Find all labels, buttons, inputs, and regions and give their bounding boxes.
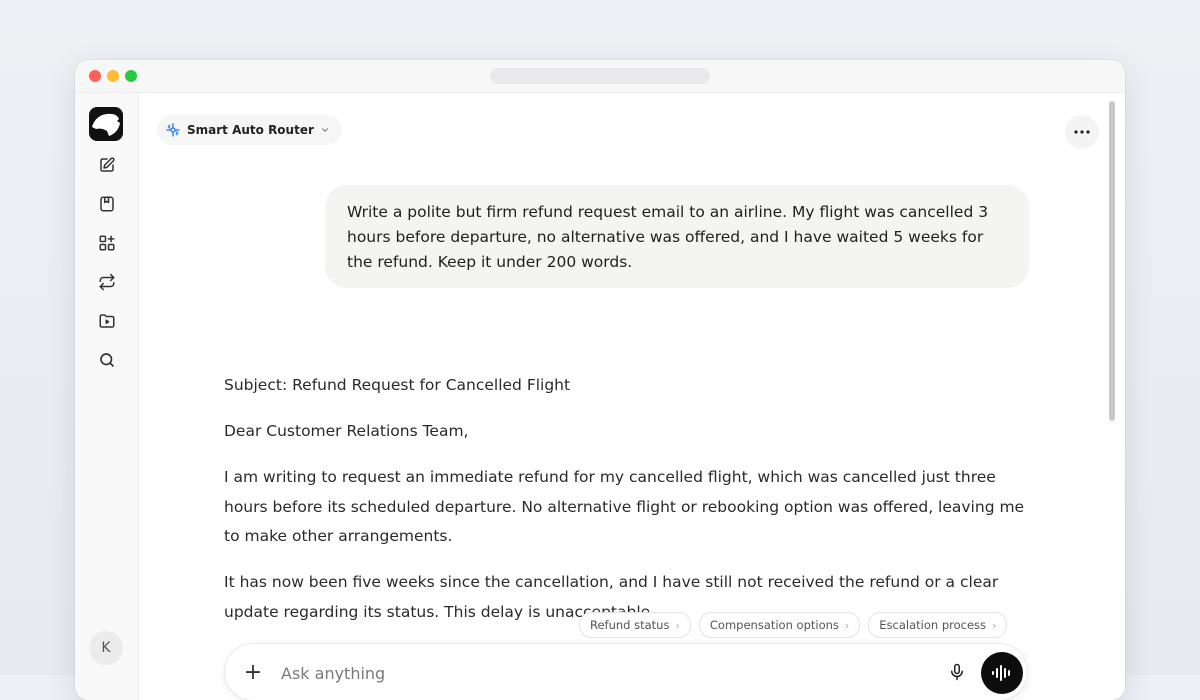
projects-button[interactable]	[95, 309, 119, 333]
chat-input[interactable]	[279, 659, 883, 687]
dictate-button[interactable]	[945, 660, 969, 684]
apps-add-icon	[99, 235, 115, 251]
library-button[interactable]	[95, 192, 119, 216]
chip-label: Escalation process	[879, 618, 987, 632]
edit-icon	[100, 157, 115, 172]
avatar[interactable]: K	[89, 631, 123, 665]
more-icon	[1074, 130, 1090, 134]
repeat-icon	[99, 273, 115, 291]
chip-label: Refund status	[590, 618, 670, 632]
close-window-button[interactable]	[89, 70, 101, 82]
suggestion-chip-compensation-options[interactable]: Compensation options ›	[698, 612, 861, 638]
chat-main: Smart Auto Router Write a polite but fir…	[139, 93, 1125, 700]
address-bar[interactable]	[490, 68, 710, 84]
new-chat-button[interactable]	[95, 153, 119, 177]
plus-icon: +	[243, 659, 263, 685]
waveform-icon	[992, 665, 1010, 681]
voice-mode-button[interactable]	[981, 652, 1023, 694]
app-window: K Smart Auto Router Write a polite but f…	[75, 60, 1125, 700]
assistant-paragraph: Subject: Refund Request for Cancelled Fl…	[224, 376, 571, 394]
assistant-paragraph: Dear Customer Relations Team,	[224, 422, 469, 440]
model-selector[interactable]: Smart Auto Router	[157, 115, 342, 145]
sidebar: K	[75, 93, 139, 700]
assistant-paragraph: I am writing to request an immediate ref…	[224, 468, 1025, 545]
user-message-text: Write a polite but firm refund request e…	[347, 203, 989, 271]
composer: +	[225, 644, 1027, 700]
suggestion-chip-escalation-process[interactable]: Escalation process ›	[868, 612, 1008, 638]
chevron-right-icon: ›	[675, 618, 680, 632]
model-name: Smart Auto Router	[187, 123, 314, 137]
switch-button[interactable]	[95, 270, 119, 294]
book-icon	[100, 196, 114, 212]
search-button[interactable]	[95, 348, 119, 372]
chevron-right-icon: ›	[844, 618, 850, 632]
attach-button[interactable]: +	[239, 658, 267, 686]
scrollbar[interactable]	[1109, 101, 1115, 421]
apps-button[interactable]	[95, 231, 119, 255]
user-message-bubble: Write a polite but firm refund request e…	[325, 185, 1029, 288]
suggestion-chips: Refund status › Compensation options › E…	[579, 612, 1008, 638]
chip-label: Compensation options	[709, 618, 839, 632]
title-bar	[75, 60, 1125, 93]
chevron-down-icon	[321, 128, 328, 132]
folder-icon	[99, 314, 115, 328]
suggestion-chip-refund-status[interactable]: Refund status ›	[579, 612, 691, 638]
logo-icon	[92, 113, 120, 136]
avatar-initial: K	[101, 640, 111, 656]
app-logo[interactable]	[89, 107, 123, 141]
minimize-window-button[interactable]	[107, 70, 119, 82]
microphone-icon	[951, 663, 963, 681]
maximize-window-button[interactable]	[125, 70, 137, 82]
more-options-button[interactable]	[1065, 115, 1099, 149]
router-icon	[166, 123, 180, 137]
search-icon	[100, 353, 114, 367]
chevron-right-icon: ›	[992, 618, 997, 632]
